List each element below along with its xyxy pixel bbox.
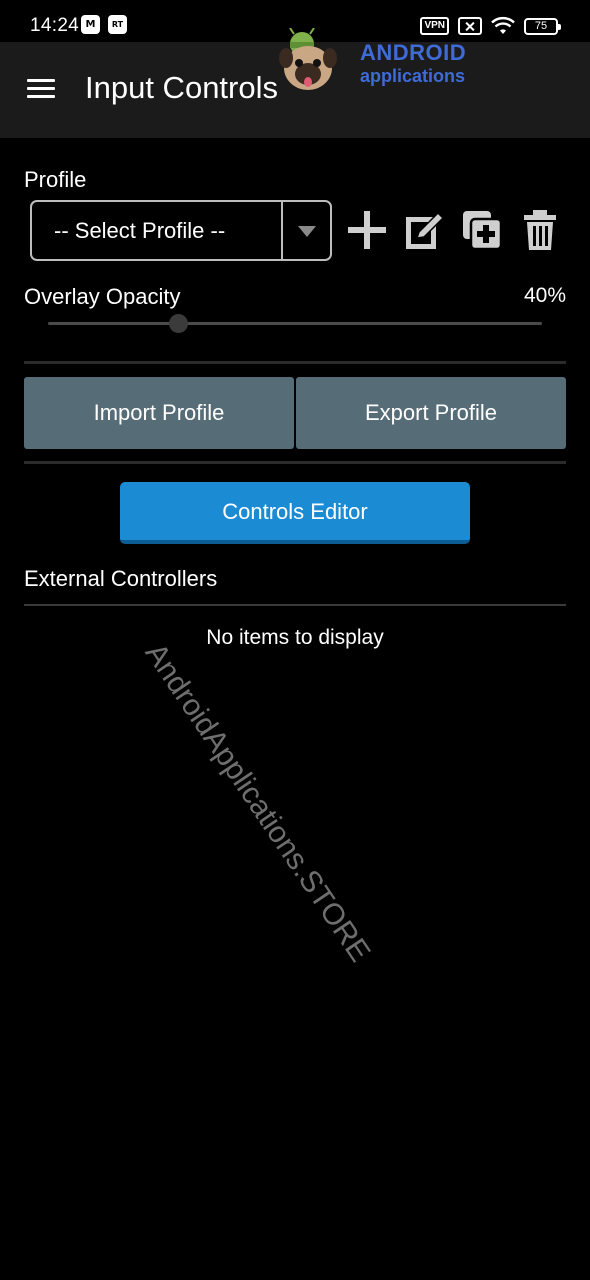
status-time: 14:24 <box>30 15 80 36</box>
no-sim-icon <box>458 17 482 35</box>
chevron-down-icon <box>298 226 316 237</box>
delete-icon[interactable] <box>518 208 562 252</box>
section-divider <box>24 361 566 364</box>
duplicate-icon[interactable] <box>460 208 504 252</box>
vpn-icon: VPN <box>420 17 449 35</box>
hamburger-menu-icon[interactable] <box>27 78 57 102</box>
profile-dropdown[interactable]: -- Select Profile -- <box>30 200 332 261</box>
add-icon[interactable] <box>345 208 389 252</box>
overlay-opacity-value: 40% <box>523 284 566 307</box>
input-controls-screen: 14:24 M RT VPN 75 Input Controls ANDROID… <box>0 0 590 1280</box>
export-profile-button[interactable]: Export Profile <box>296 377 566 449</box>
watermark-text: AndroidApplications.STORE <box>138 637 377 968</box>
wifi-icon <box>491 16 515 34</box>
section-divider <box>24 604 566 606</box>
controls-editor-button[interactable]: Controls Editor <box>120 482 470 544</box>
gmail-icon: M <box>81 15 100 34</box>
edit-icon[interactable] <box>403 208 447 252</box>
page-title: Input Controls <box>85 70 278 105</box>
status-indicators: VPN 75 <box>420 15 561 37</box>
battery-icon: 75 <box>524 17 561 35</box>
profile-dropdown-value: -- Select Profile -- <box>54 218 226 243</box>
dropdown-divider <box>281 202 283 259</box>
slider-thumb[interactable] <box>168 314 188 333</box>
watermark-logo-subtitle: applications <box>360 66 466 86</box>
watermark-logo-title: ANDROID <box>360 40 467 65</box>
overlay-opacity-slider[interactable] <box>48 322 542 325</box>
empty-list-message: No items to display <box>206 626 384 649</box>
profile-label: Profile <box>24 167 87 192</box>
watermark-logo-icon <box>279 28 337 90</box>
news-app-icon: RT <box>108 15 127 34</box>
external-controllers-label: External Controllers <box>24 566 218 591</box>
overlay-opacity-label: Overlay Opacity <box>24 284 181 309</box>
section-divider <box>24 461 566 464</box>
import-profile-button[interactable]: Import Profile <box>24 377 294 449</box>
